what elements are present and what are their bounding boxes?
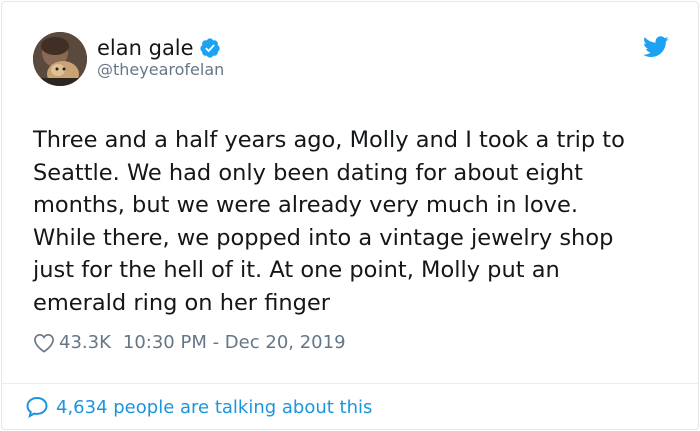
tweet-text: Three and a half years ago, Molly and I …	[33, 127, 625, 316]
verified-badge-icon	[199, 38, 220, 58]
twitter-bird-icon[interactable]	[643, 36, 669, 58]
tweet-timestamp[interactable]: 10:30 PM - Dec 20, 2019	[123, 332, 346, 353]
speech-bubble-icon	[26, 396, 48, 418]
like-count[interactable]: 43.3K	[59, 332, 111, 353]
tweet-meta: 43.3K 10:30 PM - Dec 20, 2019	[33, 332, 346, 353]
author-name[interactable]: elan gale	[97, 35, 194, 61]
heart-icon[interactable]	[33, 333, 55, 353]
divider	[2, 383, 698, 384]
tweet-header: elan gale @theyearofelan	[33, 32, 673, 92]
author-handle[interactable]: @theyearofelan	[97, 60, 224, 79]
conversation-link[interactable]: 4,634 people are talking about this	[25, 395, 372, 419]
tweet-card[interactable]: elan gale @theyearofelan Three and a hal…	[1, 1, 699, 430]
conversation-text[interactable]: 4,634 people are talking about this	[56, 397, 372, 418]
avatar[interactable]	[33, 32, 87, 86]
author-name-row: elan gale	[97, 35, 221, 61]
